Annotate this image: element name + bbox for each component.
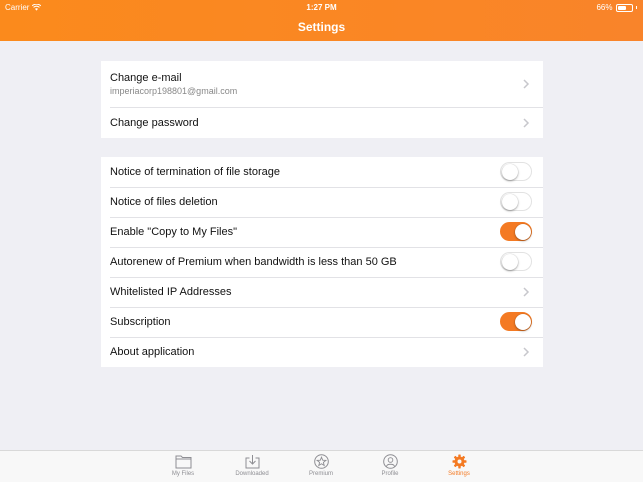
change-password-row[interactable]: Change password	[101, 108, 543, 138]
settings-row-label: About application	[110, 346, 195, 358]
email-value: imperiacorp198801@gmail.com	[110, 86, 238, 96]
settings-row-label: Whitelisted IP Addresses	[110, 286, 232, 298]
gear-icon	[452, 454, 466, 469]
chevron-right-icon	[523, 287, 530, 297]
settings-row-label: Enable "Copy to My Files"	[110, 226, 238, 238]
tab-premium[interactable]: Premium	[291, 453, 351, 481]
settings-row[interactable]: Enable "Copy to My Files"	[101, 217, 543, 247]
toggle-knob	[514, 223, 531, 240]
toggle-switch[interactable]	[500, 222, 532, 241]
tab-settings[interactable]: Settings	[429, 453, 489, 481]
toggle-knob	[501, 163, 518, 180]
folder-icon	[175, 455, 191, 469]
tab-label: My Files	[171, 471, 195, 477]
status-time: 1:27 PM	[306, 3, 337, 12]
settings-row[interactable]: Whitelisted IP Addresses	[101, 277, 543, 307]
settings-row-label: Subscription	[110, 316, 171, 328]
tab-label: Profile	[381, 471, 399, 477]
settings-list-group: Notice of termination of file storage Not…	[101, 157, 543, 367]
battery-info: 66%	[596, 3, 637, 12]
settings-row[interactable]: Notice of files deletion	[101, 187, 543, 217]
page-title: Settings	[297, 20, 346, 34]
change-email-label: Change e-mail	[110, 72, 182, 84]
account-settings-group: Change e-mail imperiacorp198801@gmail.co…	[101, 61, 543, 138]
tab-label: Premium	[308, 471, 333, 477]
chevron-right-icon	[523, 118, 530, 128]
toggle-switch[interactable]	[500, 162, 532, 181]
status-bar: Carrier 1:27 PM 66%	[0, 0, 643, 14]
tab-bar: My Files Downloaded Premium Profile Sett…	[0, 450, 643, 482]
navigation-bar: Settings	[0, 14, 643, 41]
change-password-label: Change password	[110, 117, 199, 129]
settings-row-label: Notice of termination of file storage	[110, 166, 280, 178]
toggle-switch[interactable]	[500, 192, 532, 211]
tab-label: Settings	[448, 471, 470, 477]
settings-row[interactable]: Autorenew of Premium when bandwidth is l…	[101, 247, 543, 277]
toggle-knob	[501, 193, 518, 210]
change-email-row[interactable]: Change e-mail imperiacorp198801@gmail.co…	[101, 61, 543, 107]
battery-percent: 66%	[596, 3, 613, 12]
tab-profile[interactable]: Profile	[360, 453, 420, 481]
settings-row[interactable]: About application	[101, 337, 543, 367]
toggle-switch[interactable]	[500, 252, 532, 271]
tab-downloaded[interactable]: Downloaded	[222, 453, 282, 481]
settings-row-label: Notice of files deletion	[110, 196, 218, 208]
toggle-knob	[514, 313, 531, 330]
profile-icon	[382, 454, 398, 469]
battery-icon	[615, 3, 633, 12]
tab-label: Downloaded	[235, 471, 269, 477]
star-icon	[313, 454, 329, 469]
tab-my-files[interactable]: My Files	[153, 453, 213, 481]
toggle-switch[interactable]	[500, 312, 532, 331]
download-icon	[245, 455, 259, 469]
chevron-right-icon	[523, 347, 530, 357]
settings-row[interactable]: Subscription	[101, 307, 543, 337]
chevron-right-icon	[523, 79, 530, 89]
settings-row[interactable]: Notice of termination of file storage	[101, 157, 543, 187]
settings-row-label: Autorenew of Premium when bandwidth is l…	[110, 256, 397, 268]
toggle-knob	[501, 253, 518, 270]
